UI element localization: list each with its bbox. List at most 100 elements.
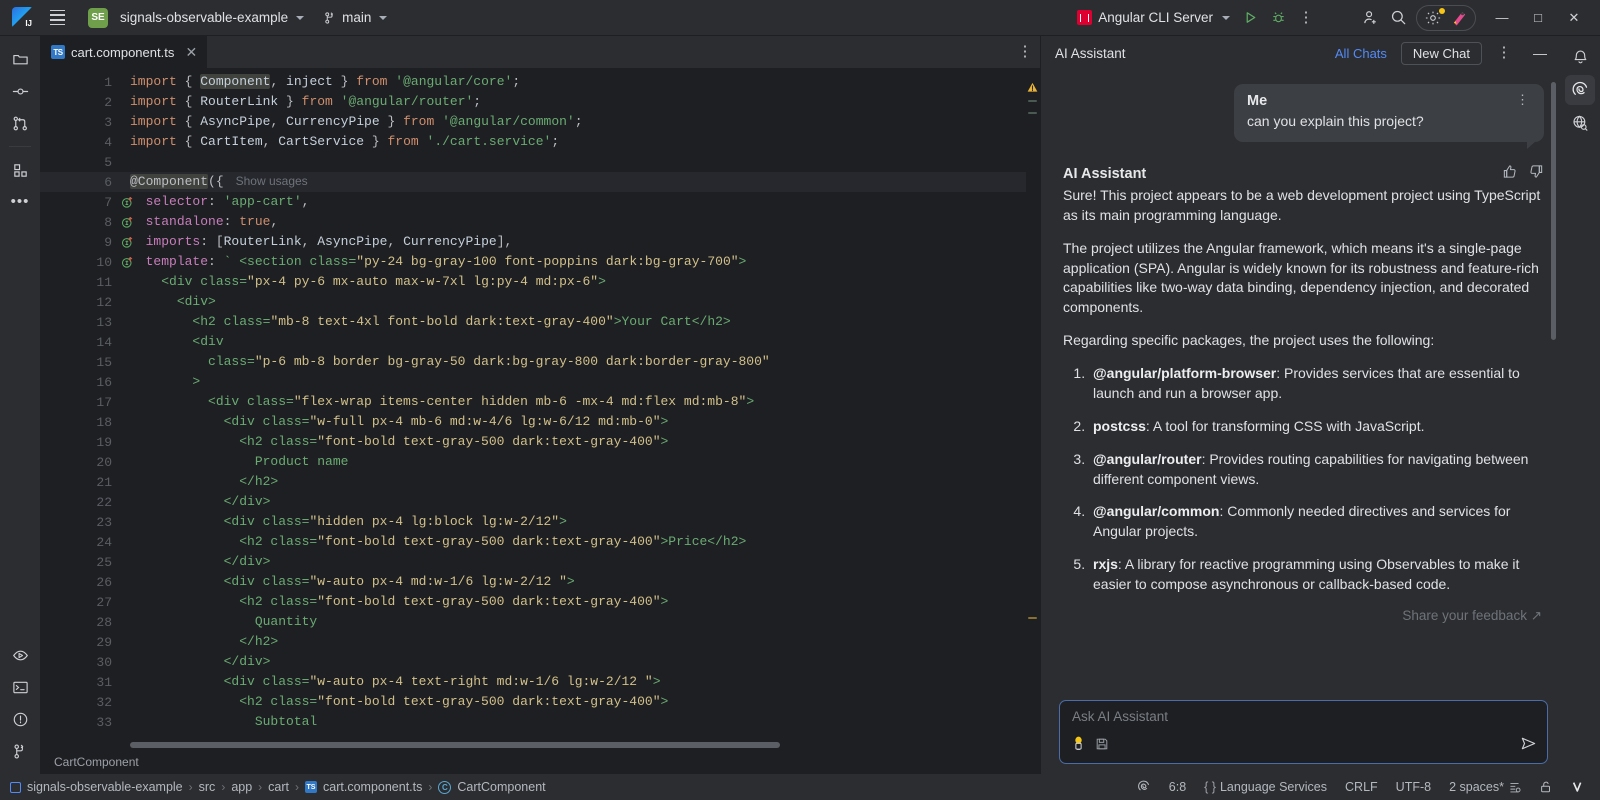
settings-button[interactable]: [1421, 7, 1445, 29]
run-button[interactable]: [1236, 5, 1264, 31]
code-line[interactable]: <h2 class="mb-8 text-4xl font-bold dark:…: [118, 312, 1026, 332]
run-configuration-selector[interactable]: Angular CLI Server: [1071, 6, 1236, 30]
editor-marker-strip[interactable]: [1026, 68, 1040, 750]
code-line[interactable]: <h2 class="font-bold text-gray-500 dark:…: [118, 532, 1026, 552]
breadcrumb-item[interactable]: cart.component.ts: [323, 780, 422, 794]
user-message-options-icon[interactable]: ⋮: [1514, 93, 1531, 106]
code-line[interactable]: <div class="flex-wrap items-center hidde…: [118, 392, 1026, 412]
code-editor[interactable]: 1 2 3 4 5 6 7 8 9 10 11 12 13 14 15 16 17 18 19 20 21 22 23 24 2…: [40, 68, 1040, 750]
notifications-icon[interactable]: [1565, 42, 1595, 72]
code-line[interactable]: Subtotal: [118, 712, 1026, 732]
code-line[interactable]: template: ` <section class="py-24 bg-gra…: [118, 252, 1026, 272]
breadcrumb-item[interactable]: src: [199, 780, 216, 794]
terminal-tool-icon[interactable]: [5, 672, 35, 702]
status-breadcrumb[interactable]: signals-observable-example › src › app › cart ›…: [10, 780, 546, 794]
ai-panel-options-button[interactable]: ⋮: [1490, 40, 1518, 66]
code-line[interactable]: import { CartItem, CartService } from '.…: [118, 132, 1026, 152]
gutter-line-number: 21: [96, 474, 112, 490]
code-line[interactable]: imports: [RouterLink, AsyncPipe, Currenc…: [118, 232, 1026, 252]
problems-tool-icon[interactable]: [5, 704, 35, 734]
all-chats-link[interactable]: All Chats: [1329, 44, 1393, 63]
code-line[interactable]: <h2 class="font-bold text-gray-500 dark:…: [118, 692, 1026, 712]
code-line[interactable]: <div class="hidden px-4 lg:block lg:w-2/…: [118, 512, 1026, 532]
code-line[interactable]: <h2 class="font-bold text-gray-500 dark:…: [118, 592, 1026, 612]
branch-selector[interactable]: main: [318, 6, 393, 30]
lightbulb-icon[interactable]: [1071, 735, 1086, 757]
debug-button[interactable]: [1264, 5, 1292, 31]
more-actions-button[interactable]: ⋮: [1292, 5, 1320, 31]
language-services-status[interactable]: { } Language Services: [1197, 778, 1334, 796]
editor-horizontal-scrollbar[interactable]: [130, 742, 780, 748]
gutter-line-number: 6: [40, 172, 118, 192]
code-line[interactable]: </h2>: [118, 632, 1026, 652]
editor-code[interactable]: import { Component, inject } from '@angu…: [118, 68, 1026, 750]
breadcrumb-item[interactable]: signals-observable-example: [27, 780, 183, 794]
code-line[interactable]: </div>: [118, 552, 1026, 572]
code-line[interactable]: <h2 class="font-bold text-gray-500 dark:…: [118, 432, 1026, 452]
add-user-button[interactable]: [1356, 5, 1384, 31]
caret-position[interactable]: 6:8: [1162, 778, 1193, 796]
read-only-toggle[interactable]: [1532, 778, 1560, 796]
code-line[interactable]: import { AsyncPipe, CurrencyPipe } from …: [118, 112, 1026, 132]
tab-options-button[interactable]: ⋮: [1010, 36, 1040, 68]
more-tools-icon[interactable]: •••: [5, 187, 35, 217]
thumbs-down-icon[interactable]: [1529, 164, 1544, 184]
ai-chat-scrollbar[interactable]: [1551, 82, 1556, 340]
share-feedback-link[interactable]: Share your feedback ↗: [1063, 608, 1544, 624]
show-usages-hint[interactable]: Show usages: [224, 174, 308, 188]
status-ai-button[interactable]: [1130, 778, 1158, 796]
run-tool-icon[interactable]: [5, 640, 35, 670]
breadcrumb-item[interactable]: cart: [268, 780, 289, 794]
structure-tool-icon[interactable]: [5, 155, 35, 185]
pull-requests-tool-icon[interactable]: [5, 108, 35, 138]
send-arrow-icon[interactable]: [1520, 735, 1537, 757]
code-line[interactable]: import { RouterLink } from '@angular/rou…: [118, 92, 1026, 112]
new-chat-button[interactable]: New Chat: [1400, 41, 1482, 65]
window-maximize-button[interactable]: □: [1520, 3, 1556, 33]
code-line[interactable]: standalone: true,: [118, 212, 1026, 232]
code-line[interactable]: <div>: [118, 292, 1026, 312]
code-line[interactable]: <div class="w-auto px-4 md:w-1/6 lg:w-2/…: [118, 572, 1026, 592]
editor-tab-cart-component[interactable]: TS cart.component.ts ✕: [40, 36, 208, 68]
ai-assistant-tool-icon[interactable]: [1565, 75, 1595, 105]
code-line[interactable]: import { Component, inject } from '@angu…: [118, 72, 1026, 92]
editor-gutter[interactable]: 1 2 3 4 5 6 7 8 9 10 11 12 13 14 15 16 17 18 19 20 21 22 23 24 2…: [40, 68, 133, 750]
code-line[interactable]: <div class="w-full px-4 mb-6 md:w-4/6 lg…: [118, 412, 1026, 432]
code-line[interactable]: @Component({Show usages: [118, 172, 1026, 192]
breadcrumb-item[interactable]: CartComponent: [457, 780, 545, 794]
code-line[interactable]: </div>: [118, 492, 1026, 512]
line-separator-status[interactable]: CRLF: [1338, 778, 1385, 796]
code-line[interactable]: selector: 'app-cart',: [118, 192, 1026, 212]
code-line[interactable]: Product name: [118, 452, 1026, 472]
encoding-status[interactable]: UTF-8: [1389, 778, 1438, 796]
thumbs-up-icon[interactable]: [1502, 164, 1517, 184]
ai-chat-body[interactable]: Me ⋮ can you explain this project? AI As…: [1041, 70, 1560, 692]
assistant-package-list: @angular/platform-browser: Provides serv…: [1063, 364, 1544, 595]
tab-close-icon[interactable]: ✕: [184, 45, 198, 59]
code-line[interactable]: Quantity: [118, 612, 1026, 632]
commit-tool-icon[interactable]: [5, 76, 35, 106]
code-line[interactable]: [118, 152, 1026, 172]
hamburger-menu-icon[interactable]: [44, 5, 70, 31]
version-control-tool-icon[interactable]: [5, 736, 35, 766]
code-line[interactable]: <div: [118, 332, 1026, 352]
save-icon[interactable]: [1095, 737, 1109, 756]
indent-status[interactable]: 2 spaces*: [1442, 778, 1528, 796]
code-line[interactable]: <div class="w-auto px-4 text-right md:w-…: [118, 672, 1026, 692]
window-minimize-button[interactable]: —: [1484, 3, 1520, 33]
search-button[interactable]: [1384, 5, 1412, 31]
project-tool-icon[interactable]: [5, 44, 35, 74]
code-line[interactable]: </div>: [118, 652, 1026, 672]
project-selector[interactable]: SE signals-observable-example: [82, 6, 310, 30]
code-line[interactable]: class="p-6 mb-8 border bg-gray-50 dark:b…: [118, 352, 1026, 372]
ai-input-box[interactable]: Ask AI Assistant: [1059, 700, 1548, 764]
ide-status-icon[interactable]: [1564, 778, 1592, 796]
ai-assistant-button[interactable]: [1447, 7, 1471, 29]
breadcrumb-item[interactable]: app: [231, 780, 252, 794]
web-search-tool-icon[interactable]: [1565, 108, 1595, 138]
ai-panel-minimize-button[interactable]: —: [1526, 40, 1554, 66]
window-close-button[interactable]: ✕: [1556, 3, 1592, 33]
code-line[interactable]: </h2>: [118, 472, 1026, 492]
code-line[interactable]: <div class="px-4 py-6 mx-auto max-w-7xl …: [118, 272, 1026, 292]
code-line[interactable]: >: [118, 372, 1026, 392]
